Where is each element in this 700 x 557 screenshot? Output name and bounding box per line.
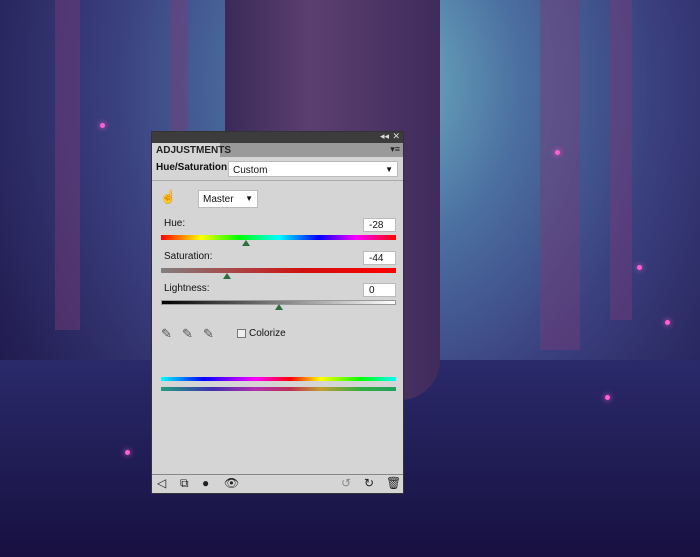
tab-adjustments[interactable]: ADJUSTMENTS xyxy=(152,143,231,157)
lightness-input[interactable]: 0 xyxy=(363,283,396,297)
eye-icon[interactable]: 👁 xyxy=(224,476,239,490)
channel-select[interactable]: Master ▼ xyxy=(198,190,258,208)
lightness-slider-thumb[interactable] xyxy=(274,304,283,310)
output-color-bar xyxy=(161,387,396,391)
layer-visibility-mask-icon[interactable]: ● xyxy=(202,476,209,490)
adjustment-title: Hue/Saturation xyxy=(156,162,228,173)
hue-slider-track[interactable] xyxy=(161,235,396,240)
close-icon[interactable]: ✕ xyxy=(392,131,400,142)
eyedropper-add-icon[interactable]: ✎ xyxy=(182,326,193,342)
preset-select[interactable]: Custom ▼ xyxy=(228,161,398,177)
chevron-down-icon: ▼ xyxy=(245,194,253,203)
hue-label: Hue: xyxy=(164,218,186,229)
back-arrow-icon[interactable]: ◁ xyxy=(157,476,166,490)
targeted-adjustment-hand-icon[interactable]: ☝ xyxy=(160,189,176,205)
saturation-slider-thumb[interactable] xyxy=(222,273,231,279)
hue-input[interactable]: -28 xyxy=(363,218,396,232)
panel-topbar: ◂◂ ✕ xyxy=(152,131,403,143)
previous-state-icon[interactable]: ↺ xyxy=(341,476,351,490)
reset-icon[interactable]: ↻ xyxy=(364,476,374,490)
saturation-slider-track[interactable] xyxy=(161,268,396,273)
panel-menu-icon[interactable]: ▾≡ xyxy=(390,144,400,155)
saturation-label: Saturation: xyxy=(164,251,213,262)
clip-to-layer-icon[interactable]: ⧉ xyxy=(180,476,189,491)
collapse-icon[interactable]: ◂◂ xyxy=(380,131,389,142)
trash-icon[interactable]: 🗑 xyxy=(386,476,401,490)
channel-value: Master xyxy=(203,194,234,205)
hue-slider-thumb[interactable] xyxy=(241,240,250,246)
colorize-checkbox[interactable] xyxy=(237,329,246,338)
eyedropper-icon[interactable]: ✎ xyxy=(161,326,172,342)
input-color-bar xyxy=(161,377,396,381)
eyedropper-subtract-icon[interactable]: ✎ xyxy=(203,326,214,342)
lightness-label: Lightness: xyxy=(164,283,210,294)
saturation-input[interactable]: -44 xyxy=(363,251,396,265)
adjustments-panel: ◂◂ ✕ ADJUSTMENTS ▾≡ Hue/Saturation Custo… xyxy=(151,131,404,494)
chevron-down-icon: ▼ xyxy=(385,165,393,174)
preset-value: Custom xyxy=(233,165,268,176)
colorize-label: Colorize xyxy=(249,328,286,339)
